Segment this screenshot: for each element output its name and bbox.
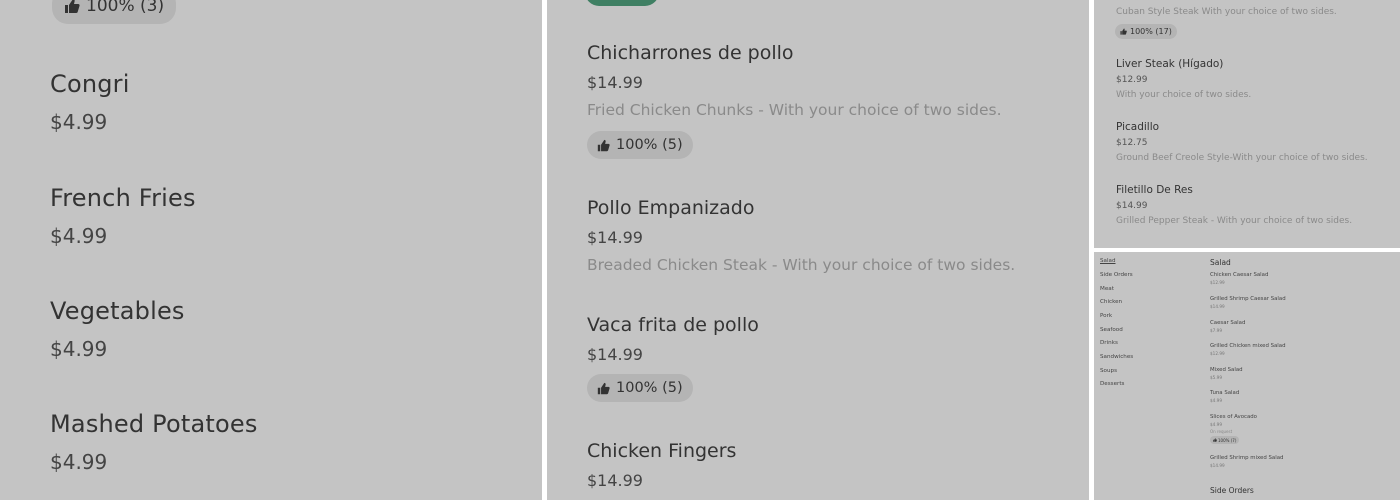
rating-text: 100% (5) xyxy=(616,137,683,153)
rating-badge: 100% (7) xyxy=(1210,436,1240,444)
nav-item-side-orders[interactable]: Side Orders xyxy=(1100,272,1133,278)
item-price: $4.99 xyxy=(50,224,108,248)
item-name: Pollo Empanizado xyxy=(587,197,755,219)
item-price: $12.99 xyxy=(1116,75,1148,85)
thumbs-up-icon xyxy=(1120,28,1127,35)
item-price: $14.99 xyxy=(587,73,643,92)
item-description: With your choice of two sides. xyxy=(1116,90,1252,100)
item-name: Slices of Avocado xyxy=(1210,414,1257,420)
item-name: Chicken Fingers xyxy=(587,440,737,462)
item-description: Grilled Pepper Steak - With your choice … xyxy=(1116,216,1353,226)
nav-item-sandwiches[interactable]: Sandwiches xyxy=(1100,354,1133,360)
rating-badge: 100% (5) xyxy=(587,131,693,159)
item-price: $14.99 xyxy=(1210,463,1225,468)
item-name: Chicken Caesar Salad xyxy=(1210,272,1269,278)
rating-badge: 100% (5) xyxy=(587,374,693,402)
full-menu-panel: Salad Side Orders Meat Chicken Pork Seaf… xyxy=(1094,252,1400,500)
item-description: Cuban Style Steak With your choice of tw… xyxy=(1116,7,1337,17)
rating-text: 100% (3) xyxy=(86,0,165,16)
thumbs-up-icon xyxy=(1213,438,1217,442)
item-name: Grilled Shrimp mixed Salad xyxy=(1210,455,1284,461)
item-price: $14.99 xyxy=(587,471,643,490)
next-section-title: Side Orders xyxy=(1210,486,1254,495)
item-price: $14.99 xyxy=(1210,304,1225,309)
item-price: $4.99 xyxy=(50,450,108,474)
rating-text: 100% (7) xyxy=(1218,437,1237,443)
item-description: Fried Chicken Chunks - With your choice … xyxy=(587,101,1002,119)
item-price: $4.99 xyxy=(1210,398,1222,403)
nav-item-meat[interactable]: Meat xyxy=(1100,286,1114,292)
nav-item-soups[interactable]: Soups xyxy=(1100,368,1117,374)
nav-item-desserts[interactable]: Desserts xyxy=(1100,381,1124,387)
item-name: Caesar Salad xyxy=(1210,320,1246,326)
item-name: Mixed Salad xyxy=(1210,367,1243,373)
item-name: Filetillo De Res xyxy=(1116,184,1193,196)
item-price: $14.99 xyxy=(1116,201,1148,211)
rating-badge: 100% (3) xyxy=(52,0,177,24)
item-name: Chicharrones de pollo xyxy=(587,42,794,64)
action-button[interactable] xyxy=(585,0,659,6)
side-orders-panel: 100% (3) Congri $4.99 French Fries $4.99… xyxy=(0,0,542,500)
section-title: Salad xyxy=(1210,258,1231,267)
item-price: $12.75 xyxy=(1116,138,1148,148)
rating-text: 100% (5) xyxy=(616,380,683,396)
item-name: Vegetables xyxy=(50,297,185,325)
nav-item-seafood[interactable]: Seafood xyxy=(1100,327,1123,333)
item-description: Ground Beef Creole Style-With your choic… xyxy=(1116,153,1368,163)
item-note: On request xyxy=(1210,429,1233,434)
rating-text: 100% (17) xyxy=(1130,27,1172,36)
nav-item-drinks[interactable]: Drinks xyxy=(1100,340,1118,346)
item-price: $12.99 xyxy=(1210,280,1225,285)
item-name: Picadillo xyxy=(1116,121,1160,133)
nav-item-salad[interactable]: Salad xyxy=(1100,258,1116,264)
item-price: $7.99 xyxy=(1210,328,1222,333)
item-name: Grilled Shrimp Caesar Salad xyxy=(1210,296,1286,302)
item-name: Grilled Chicken mixed Salad xyxy=(1210,343,1286,349)
thumbs-up-icon xyxy=(597,382,610,395)
item-name: Congri xyxy=(50,70,130,98)
item-price: $4.99 xyxy=(50,337,108,361)
thumbs-up-icon xyxy=(597,139,610,152)
chicken-panel: Chicharrones de pollo $14.99 Fried Chick… xyxy=(547,0,1089,500)
thumbs-up-icon xyxy=(64,0,80,14)
item-price: $12.99 xyxy=(1210,351,1225,356)
item-name: French Fries xyxy=(50,184,196,212)
item-price: $4.99 xyxy=(1210,422,1222,427)
item-price: $14.99 xyxy=(587,228,643,247)
item-price: $4.99 xyxy=(50,110,108,134)
item-name: Vaca frita de pollo xyxy=(587,314,759,336)
item-name: Tuna Salad xyxy=(1210,390,1240,396)
item-name: Mashed Potatoes xyxy=(50,410,258,438)
meat-panel: Cuban Style Steak With your choice of tw… xyxy=(1094,0,1400,248)
item-name: Liver Steak (Hígado) xyxy=(1116,58,1224,70)
item-price: $5.99 xyxy=(1210,375,1222,380)
item-description: Breaded Chicken Steak - With your choice… xyxy=(587,256,1016,274)
nav-item-pork[interactable]: Pork xyxy=(1100,313,1112,319)
nav-item-chicken[interactable]: Chicken xyxy=(1100,299,1122,305)
item-price: $14.99 xyxy=(587,345,643,364)
rating-badge: 100% (17) xyxy=(1115,24,1177,39)
